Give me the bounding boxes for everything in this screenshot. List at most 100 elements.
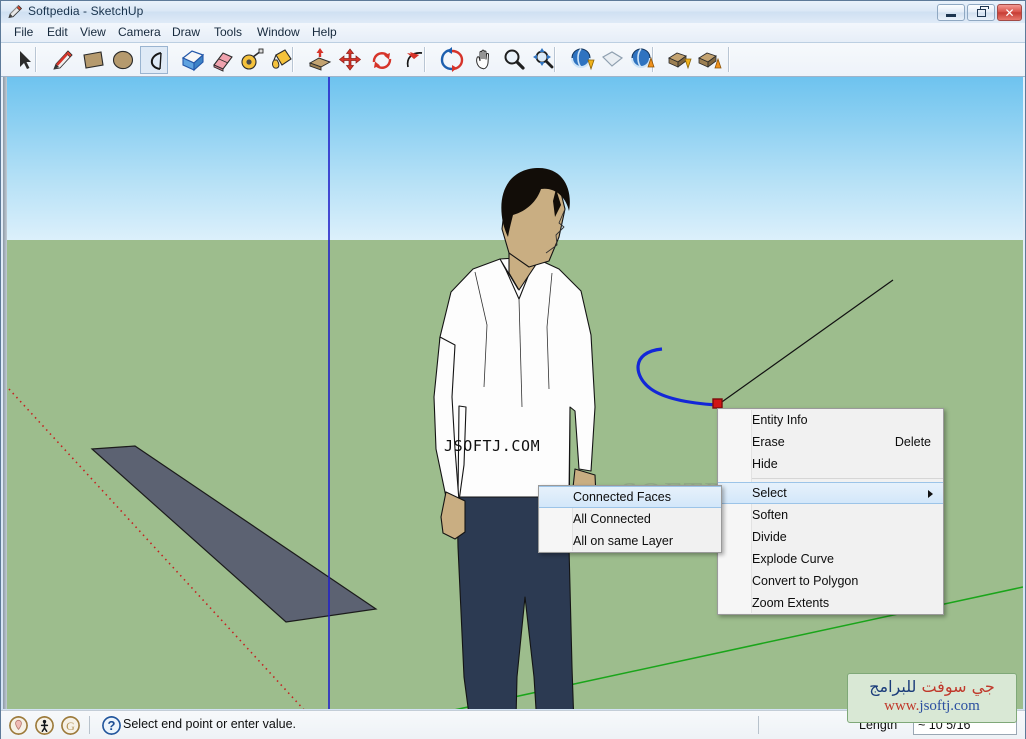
modeling-viewport[interactable]: JSOFTJ.COM SOFTPEDIA www.softpedia.com E…	[3, 77, 1023, 709]
menu-item-shortcut: Delete	[894, 435, 931, 449]
menu-item-label: Convert to Polygon	[752, 574, 859, 588]
menu-item-label: All on same Layer	[573, 534, 674, 548]
menu-edit[interactable]: Edit	[40, 24, 75, 41]
geo-location-icon[interactable]	[9, 716, 28, 735]
submenu-arrow-icon	[928, 490, 933, 498]
rectangle-tool[interactable]	[79, 46, 107, 74]
menu-item-label: Connected Faces	[573, 490, 671, 504]
menu-item-explode-curve[interactable]: Explode Curve	[718, 548, 943, 570]
eraser-tool[interactable]	[208, 46, 236, 74]
help-icon[interactable]: ?	[102, 716, 121, 735]
credits-icon[interactable]: G	[61, 716, 80, 735]
pan-icon	[476, 49, 489, 70]
menu-item-select[interactable]: Select	[718, 482, 943, 504]
window-title: Softpedia - SketchUp	[28, 4, 144, 18]
orbit-tool[interactable]	[438, 46, 466, 74]
menu-item-zoom-extents[interactable]: Zoom Extents	[718, 592, 943, 614]
menu-item-erase[interactable]: Erase Delete	[718, 431, 943, 453]
jsoftj-url-domain: jsoftj.com	[919, 698, 980, 714]
menu-help[interactable]: Help	[305, 24, 344, 41]
menu-window[interactable]: Window	[250, 24, 307, 41]
maximize-button[interactable]	[967, 4, 995, 21]
get-component-icon	[668, 52, 692, 70]
menu-view[interactable]: View	[73, 24, 113, 41]
person-figure	[433, 167, 598, 709]
circle-icon	[112, 50, 134, 70]
share-component-icon	[698, 52, 722, 69]
move-icon	[338, 48, 362, 71]
menu-item-convert-to-polygon[interactable]: Convert to Polygon	[718, 570, 943, 592]
title-bar: Softpedia - SketchUp ✕	[1, 1, 1025, 24]
menu-item-connected-faces[interactable]: Connected Faces	[539, 486, 721, 508]
select-tool[interactable]	[11, 46, 39, 74]
rotate-tool[interactable]	[368, 46, 396, 74]
menu-item-all-connected[interactable]: All Connected	[539, 508, 721, 530]
close-button[interactable]: ✕	[997, 4, 1022, 21]
menu-item-label: All Connected	[573, 512, 651, 526]
left-hand	[440, 491, 466, 540]
paint-bucket-tool[interactable]	[268, 46, 296, 74]
zoom-extents-icon	[533, 48, 554, 69]
share-component-tool[interactable]	[696, 46, 724, 74]
gray-face	[90, 445, 378, 623]
menu-item-label: Select	[752, 486, 787, 500]
sketchup-pencil-icon	[8, 5, 22, 19]
get-models-tool[interactable]	[568, 46, 596, 74]
view-in-google-earth-icon	[602, 51, 624, 67]
context-menu[interactable]: Entity Info Erase Delete Hide Select Soften Di…	[717, 408, 944, 615]
menu-item-label: Explode Curve	[752, 552, 834, 566]
share-model-tool[interactable]	[628, 46, 656, 74]
pan-tool[interactable]	[470, 46, 498, 74]
jsoftj-url: www.jsoftj.com	[848, 698, 1016, 715]
jsoftj-watermark-box: جي سوفت للبرامج www.jsoftj.com	[847, 673, 1017, 723]
eraser-icon	[213, 52, 233, 72]
menu-tools[interactable]: Tools	[207, 24, 249, 41]
move-tool[interactable]	[336, 46, 364, 74]
menu-item-hide[interactable]: Hide	[718, 453, 943, 475]
arc-tool[interactable]	[140, 46, 168, 74]
endpoint-marker	[712, 398, 723, 409]
selected-curve	[636, 347, 718, 407]
svg-text:?: ?	[108, 718, 116, 733]
menu-camera[interactable]: Camera	[111, 24, 168, 41]
line-tool[interactable]	[49, 46, 77, 74]
make-component-tool[interactable]	[178, 46, 206, 74]
status-separator-right	[758, 716, 759, 734]
menu-file[interactable]: File	[7, 24, 40, 41]
menu-separator	[752, 478, 943, 479]
viewport-left-edge	[3, 77, 7, 709]
maximize-icon	[968, 5, 994, 20]
orbit-icon	[440, 47, 464, 72]
minimize-button[interactable]	[937, 4, 965, 21]
jsoftj-url-www: www.	[884, 698, 920, 714]
share-model-icon	[631, 48, 655, 68]
view-in-google-earth-tool[interactable]	[598, 46, 626, 74]
circle-tool[interactable]	[109, 46, 137, 74]
minimize-icon	[938, 5, 964, 20]
jsoftj-arabic-red: جي سوفت	[921, 677, 995, 696]
menu-item-label: Divide	[752, 530, 787, 544]
zoom-extents-tool[interactable]	[530, 46, 558, 74]
zoom-tool[interactable]	[500, 46, 528, 74]
menu-item-label: Hide	[752, 457, 778, 471]
menu-draw[interactable]: Draw	[165, 24, 207, 41]
get-component-tool[interactable]	[666, 46, 694, 74]
follow-me-tool[interactable]	[400, 46, 428, 74]
push-pull-tool[interactable]	[306, 46, 334, 74]
select-submenu[interactable]: Connected Faces All Connected All on same …	[538, 485, 722, 553]
zoom-icon	[504, 49, 525, 70]
tape-measure-tool[interactable]	[238, 46, 266, 74]
menu-item-label: Entity Info	[752, 413, 808, 427]
menu-bar: File Edit View Camera Draw Tools Window Help	[1, 23, 1025, 43]
menu-item-soften[interactable]: Soften	[718, 504, 943, 526]
push-pull-icon	[308, 48, 332, 71]
menu-item-entity-info[interactable]: Entity Info	[718, 409, 943, 431]
menu-item-all-on-same-layer[interactable]: All on same Layer	[539, 530, 721, 552]
close-icon: ✕	[1004, 5, 1015, 20]
toolbar	[1, 43, 1025, 77]
rotate-icon	[372, 52, 392, 69]
paint-bucket-icon	[272, 49, 292, 69]
menu-item-divide[interactable]: Divide	[718, 526, 943, 548]
toolbar-separator-6	[728, 47, 730, 72]
human-scale-icon[interactable]	[35, 716, 54, 735]
